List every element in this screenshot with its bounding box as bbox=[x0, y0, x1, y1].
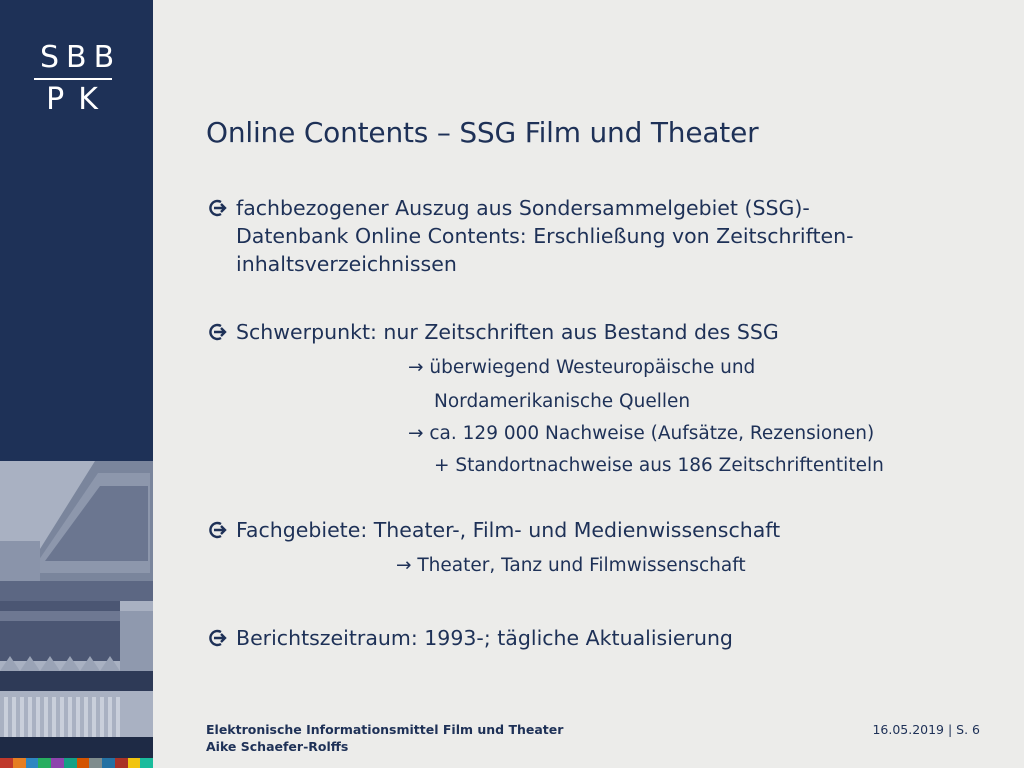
sidebar: SBB PK bbox=[0, 0, 153, 768]
bullet-line: inhaltsverzeichnissen bbox=[236, 252, 457, 276]
bullet-text: fachbezogener Auszug aus Sondersammelgeb… bbox=[236, 194, 854, 278]
bullet-text: Schwerpunkt: nur Zeitschriften aus Besta… bbox=[236, 320, 779, 344]
sub-item: Nordamerikanische Quellen bbox=[434, 391, 691, 412]
color-strip-segment bbox=[0, 758, 13, 768]
footer-author: Aike Schaefer-Rolffs bbox=[206, 739, 349, 754]
sbb-pk-logo: SBB PK bbox=[34, 40, 122, 117]
footer-left: Elektronische Informationsmittel Film un… bbox=[206, 721, 563, 755]
color-strip-segment bbox=[114, 758, 128, 768]
sub-item: → ca. 129 000 Nachweise (Aufsätze, Rezen… bbox=[408, 423, 875, 444]
logo-top-text: SBB bbox=[40, 40, 122, 75]
bullet-text: Fachgebiete: Theater-, Film- und Medienw… bbox=[236, 518, 781, 542]
color-strip-segment bbox=[38, 758, 51, 768]
building-photo bbox=[0, 461, 153, 758]
color-strip-segment bbox=[76, 758, 90, 768]
circle-arrow-icon bbox=[206, 516, 230, 548]
footer-title: Elektronische Informationsmittel Film un… bbox=[206, 722, 564, 737]
color-strip-segment bbox=[25, 758, 39, 768]
circle-arrow-icon bbox=[206, 194, 230, 226]
color-strip-segment bbox=[51, 758, 64, 768]
logo-bottom-text: PK bbox=[46, 82, 112, 117]
sub-item: + Standortnachweise aus 186 Zeitschrifte… bbox=[434, 455, 884, 476]
circle-arrow-icon bbox=[206, 318, 230, 350]
color-strip-segment bbox=[140, 758, 153, 768]
circle-arrow-icon bbox=[206, 624, 230, 656]
color-strip-segment bbox=[89, 758, 102, 768]
bullet-line: Datenbank Online Contents: Erschließung … bbox=[236, 224, 854, 248]
sub-item: → Theater, Tanz und Filmwissenschaft bbox=[396, 555, 746, 576]
color-strip-segment bbox=[12, 758, 26, 768]
slide-title: Online Contents – SSG Film und Theater bbox=[206, 116, 759, 149]
color-strip bbox=[0, 758, 153, 768]
color-strip-segment bbox=[63, 758, 77, 768]
color-strip-segment bbox=[102, 758, 115, 768]
bullet-text: Berichtszeitraum: 1993-; tägliche Aktual… bbox=[236, 626, 733, 650]
footer-date-page: 16.05.2019 | S. 6 bbox=[872, 722, 980, 737]
building-photo-illustration bbox=[0, 461, 153, 758]
sub-item: → überwiegend Westeuropäische und bbox=[408, 357, 756, 378]
color-strip-segment bbox=[127, 758, 141, 768]
logo-divider bbox=[34, 78, 112, 80]
bullet-line: fachbezogener Auszug aus Sondersammelgeb… bbox=[236, 196, 810, 220]
